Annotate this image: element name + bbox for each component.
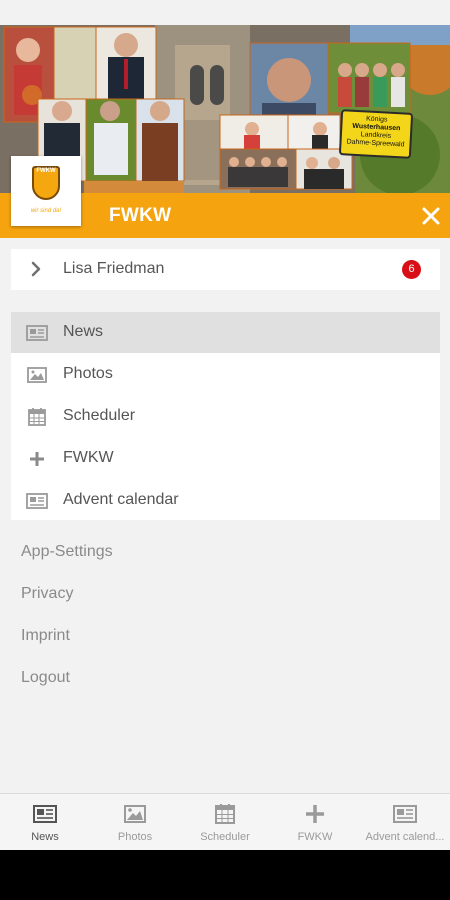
bottom-nav-news[interactable]: News bbox=[0, 794, 90, 851]
bottom-nav-label: Scheduler bbox=[200, 831, 250, 843]
menu-item-fwkw[interactable]: FWKW bbox=[11, 438, 440, 479]
app-title: FWKW bbox=[109, 205, 172, 226]
bottom-nav-label: Advent calend... bbox=[365, 831, 445, 843]
close-button[interactable] bbox=[418, 203, 444, 229]
logo-slogan: wir sind da! bbox=[30, 208, 62, 214]
privacy-link[interactable]: Privacy bbox=[21, 585, 73, 603]
image-icon bbox=[27, 367, 47, 383]
logo-text: FWKW bbox=[36, 168, 56, 174]
town-sign: Königs Wusterhausen Landkreis Dahme-Spre… bbox=[338, 109, 414, 159]
bottom-nav-label: Photos bbox=[117, 831, 153, 843]
menu-item-news[interactable]: News bbox=[11, 312, 440, 353]
menu-item-photos[interactable]: Photos bbox=[11, 354, 440, 395]
close-icon bbox=[422, 207, 440, 225]
newspaper-icon bbox=[26, 325, 48, 341]
user-profile-row[interactable]: Lisa Friedman 6 bbox=[11, 249, 440, 290]
notification-badge: 6 bbox=[402, 260, 421, 279]
newspaper-icon bbox=[26, 493, 48, 509]
menu-item-scheduler[interactable]: Scheduler bbox=[11, 396, 440, 437]
bottom-nav-scheduler[interactable]: Scheduler bbox=[180, 794, 270, 851]
menu-item-label: Photos bbox=[63, 365, 113, 382]
menu-item-advent-calendar[interactable]: Advent calendar bbox=[11, 480, 440, 521]
status-bar bbox=[0, 0, 450, 25]
bottom-nav-label: FWKW bbox=[297, 831, 333, 843]
chevron-right-icon bbox=[30, 260, 42, 283]
app-logo: FWKW wir sind da! bbox=[11, 156, 81, 226]
calendar-icon bbox=[28, 408, 46, 426]
menu-item-label: Advent calendar bbox=[63, 491, 179, 508]
app-settings-link[interactable]: App-Settings bbox=[21, 543, 113, 561]
newspaper-icon bbox=[393, 805, 417, 823]
menu-item-label: FWKW bbox=[63, 449, 114, 466]
logout-link[interactable]: Logout bbox=[21, 669, 70, 687]
bottom-navigation: News Photos Scheduler FWKW Advent calend… bbox=[0, 793, 450, 850]
bottom-nav-advent-calendar[interactable]: Advent calend... bbox=[360, 794, 450, 851]
bottom-nav-label: News bbox=[31, 831, 59, 843]
bottom-nav-photos[interactable]: Photos bbox=[90, 794, 180, 851]
plus-icon bbox=[306, 805, 324, 823]
drawer-menu: News Photos Scheduler FWKW Advent calend… bbox=[11, 312, 440, 520]
plus-icon bbox=[30, 452, 44, 466]
calendar-icon bbox=[215, 804, 235, 824]
menu-item-label: News bbox=[63, 323, 104, 340]
system-navigation-bar bbox=[0, 850, 450, 900]
image-icon bbox=[124, 805, 146, 823]
newspaper-icon bbox=[33, 805, 57, 823]
menu-item-label: Scheduler bbox=[63, 407, 136, 424]
user-name: Lisa Friedman bbox=[63, 260, 165, 277]
imprint-link[interactable]: Imprint bbox=[21, 627, 70, 645]
bottom-nav-fwkw[interactable]: FWKW bbox=[270, 794, 360, 851]
